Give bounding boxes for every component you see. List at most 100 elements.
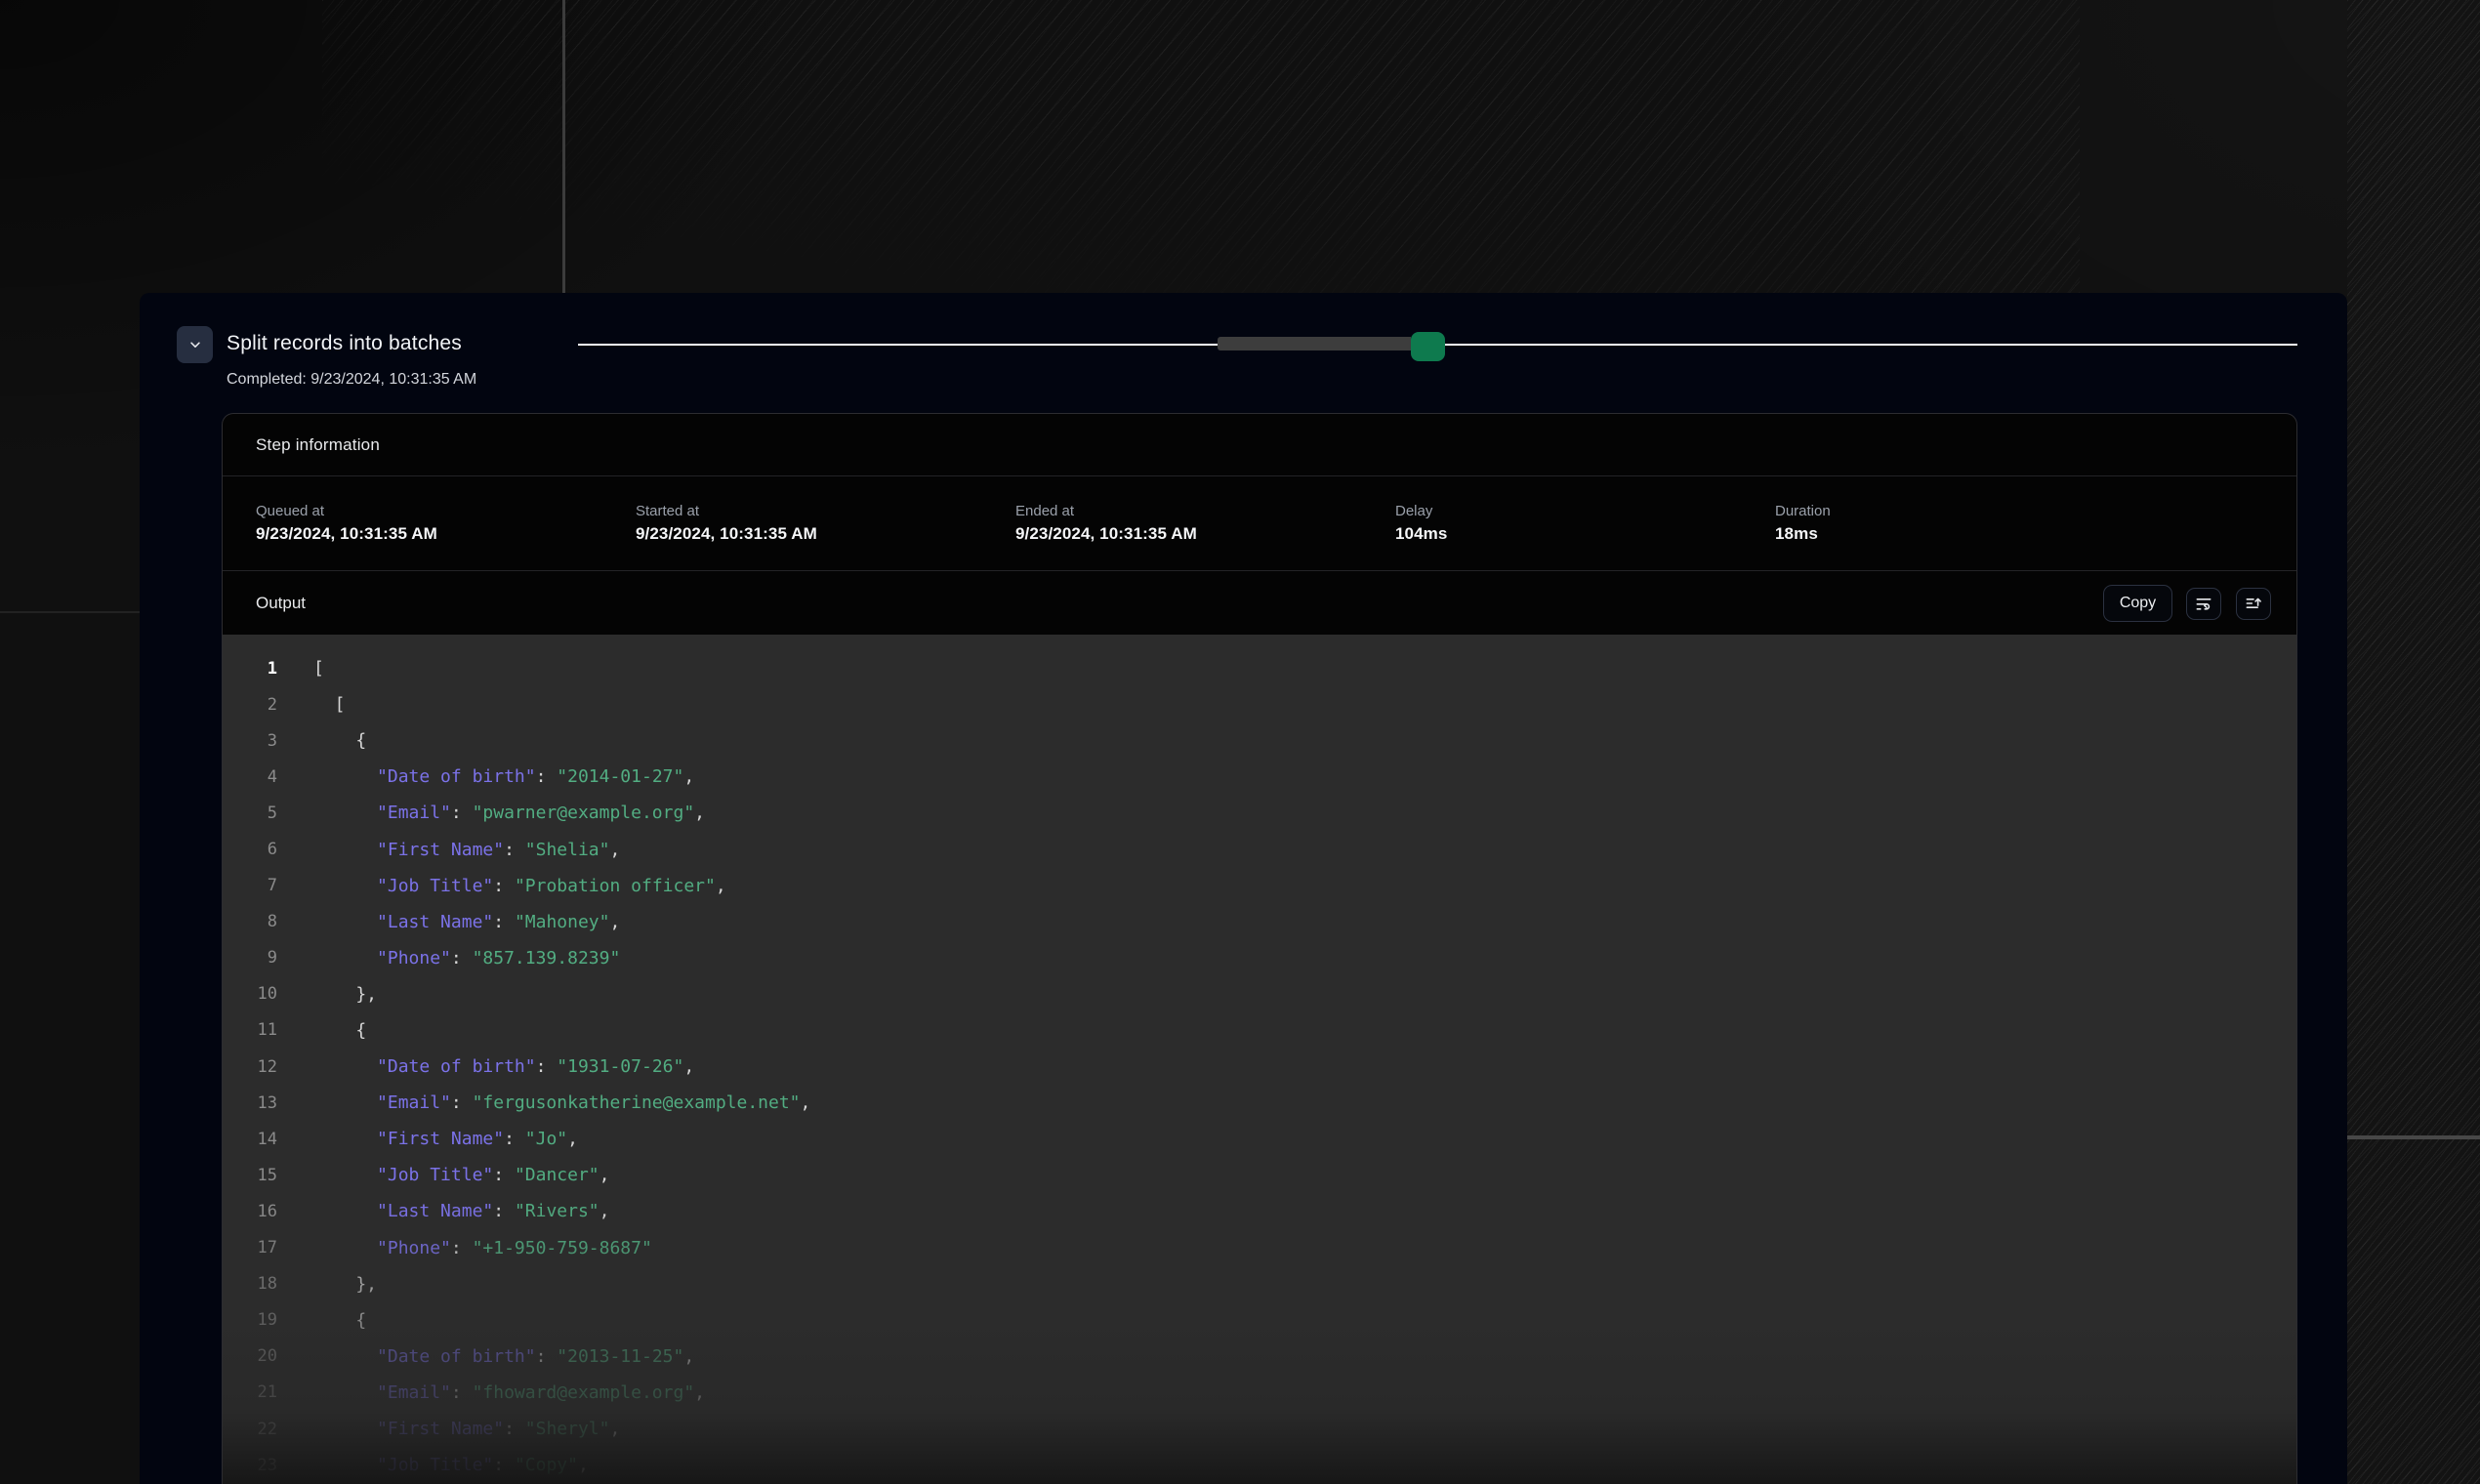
code-line: 10 },: [223, 976, 2296, 1012]
code-line: 19 {: [223, 1302, 2296, 1339]
step-information-header: Step information: [223, 414, 2296, 476]
code-text: {: [277, 1020, 366, 1041]
code-line: 12 "Date of birth": "1931-07-26",: [223, 1049, 2296, 1085]
code-text: "First Name": "Sheryl",: [277, 1419, 620, 1439]
collapse-step-button[interactable]: [177, 326, 213, 363]
decor-horizontal-line-left: [0, 611, 140, 613]
info-value: 9/23/2024, 10:31:35 AM: [1015, 524, 1395, 544]
line-number: 13: [223, 1093, 277, 1113]
code-text: "Job Title": "Copy",: [277, 1455, 589, 1475]
line-number: 9: [223, 948, 277, 968]
code-line: 5 "Email": "pwarner@example.org",: [223, 795, 2296, 831]
line-number: 17: [223, 1238, 277, 1257]
line-number: 18: [223, 1274, 277, 1294]
output-code-viewer[interactable]: 1[2 [3 {4 "Date of birth": "2014-01-27",…: [223, 635, 2296, 1484]
code-line: 7 "Job Title": "Probation officer",: [223, 868, 2296, 904]
code-line: 22 "First Name": "Sheryl",: [223, 1411, 2296, 1447]
code-line: 14 "First Name": "Jo",: [223, 1121, 2296, 1157]
output-section-header: Output Copy: [223, 571, 2296, 636]
info-value: 9/23/2024, 10:31:35 AM: [636, 524, 1015, 544]
info-queued-at: Queued at 9/23/2024, 10:31:35 AM: [256, 503, 636, 544]
code-text: "Email": "pwarner@example.org",: [277, 803, 705, 823]
output-title: Output: [256, 594, 306, 613]
wrap-text-button[interactable]: [2186, 588, 2221, 620]
code-line: 8 "Last Name": "Mahoney",: [223, 904, 2296, 940]
code-line: 20 "Date of birth": "2013-11-25",: [223, 1339, 2296, 1375]
line-number: 22: [223, 1420, 277, 1439]
line-number: 11: [223, 1020, 277, 1040]
code-text: "Job Title": "Probation officer",: [277, 876, 726, 896]
line-number: 23: [223, 1456, 277, 1475]
code-line: 3 {: [223, 722, 2296, 759]
code-line: 18 },: [223, 1266, 2296, 1302]
line-number: 20: [223, 1346, 277, 1366]
info-label: Started at: [636, 503, 1015, 519]
scroll-to-top-icon: [2244, 594, 2263, 613]
code-text: [: [277, 658, 324, 679]
code-text: "Job Title": "Dancer",: [277, 1165, 609, 1185]
info-value: 104ms: [1395, 524, 1775, 544]
line-number: 3: [223, 731, 277, 751]
info-duration: Duration 18ms: [1775, 503, 2155, 544]
line-number: 4: [223, 767, 277, 787]
code-line: 2 [: [223, 686, 2296, 722]
code-line: 6 "First Name": "Shelia",: [223, 831, 2296, 867]
scroll-to-top-button[interactable]: [2236, 588, 2271, 620]
code-line: 1[: [223, 650, 2296, 686]
info-label: Ended at: [1015, 503, 1395, 519]
copy-button-label: Copy: [2120, 595, 2156, 612]
info-value: 18ms: [1775, 524, 2155, 544]
info-delay: Delay 104ms: [1395, 503, 1775, 544]
code-text: "Email": "fergusonkatherine@example.net"…: [277, 1092, 810, 1113]
code-line: 17 "Phone": "+1-950-759-8687": [223, 1230, 2296, 1266]
code-line: 11 {: [223, 1012, 2296, 1049]
code-line: 23 "Job Title": "Copy",: [223, 1447, 2296, 1483]
info-label: Queued at: [256, 503, 636, 519]
line-number: 5: [223, 804, 277, 823]
line-number: 16: [223, 1202, 277, 1221]
code-text: "Date of birth": "2014-01-27",: [277, 766, 694, 787]
line-number: 1: [223, 659, 277, 679]
step-run-panel: Split records into batches Completed: 9/…: [140, 293, 2347, 1484]
code-text: "Last Name": "Rivers",: [277, 1201, 609, 1221]
line-number: 7: [223, 876, 277, 895]
timeline-slider-handle[interactable]: [1411, 332, 1445, 361]
code-text: "First Name": "Jo",: [277, 1129, 578, 1149]
line-number: 10: [223, 984, 277, 1004]
timeline-slider-segment: [1218, 337, 1411, 350]
line-number: 2: [223, 695, 277, 715]
line-number: 6: [223, 840, 277, 859]
code-text: "Date of birth": "2013-11-25",: [277, 1346, 694, 1367]
info-label: Duration: [1775, 503, 2155, 519]
code-text: {: [277, 730, 366, 751]
code-text: },: [277, 984, 377, 1005]
line-number: 12: [223, 1057, 277, 1077]
code-text: "Phone": "857.139.8239": [277, 948, 620, 969]
step-title: Split records into batches: [227, 332, 462, 355]
line-number: 14: [223, 1130, 277, 1149]
line-number: 15: [223, 1166, 277, 1185]
info-started-at: Started at 9/23/2024, 10:31:35 AM: [636, 503, 1015, 544]
step-completed-timestamp: Completed: 9/23/2024, 10:31:35 AM: [227, 370, 476, 390]
info-value: 9/23/2024, 10:31:35 AM: [256, 524, 636, 544]
code-lines: 1[2 [3 {4 "Date of birth": "2014-01-27",…: [223, 650, 2296, 1483]
copy-button[interactable]: Copy: [2103, 585, 2172, 622]
decor-horizontal-line-right: [2347, 1135, 2480, 1139]
line-number: 19: [223, 1310, 277, 1330]
step-details-card: Step information Queued at 9/23/2024, 10…: [222, 413, 2297, 1484]
line-number: 8: [223, 912, 277, 931]
code-text: "Last Name": "Mahoney",: [277, 912, 620, 932]
code-text: "Phone": "+1-950-759-8687": [277, 1238, 652, 1258]
line-number: 21: [223, 1382, 277, 1402]
code-text: "Date of birth": "1931-07-26",: [277, 1056, 694, 1077]
chevron-down-icon: [188, 338, 202, 351]
code-text: {: [277, 1310, 366, 1331]
info-ended-at: Ended at 9/23/2024, 10:31:35 AM: [1015, 503, 1395, 544]
code-text: },: [277, 1274, 377, 1295]
code-line: 13 "Email": "fergusonkatherine@example.n…: [223, 1085, 2296, 1121]
output-actions: Copy: [2103, 571, 2271, 636]
code-line: 15 "Job Title": "Dancer",: [223, 1157, 2296, 1193]
step-information-row: Queued at 9/23/2024, 10:31:35 AM Started…: [223, 476, 2296, 571]
code-text: "First Name": "Shelia",: [277, 840, 620, 860]
code-text: [: [277, 694, 346, 715]
